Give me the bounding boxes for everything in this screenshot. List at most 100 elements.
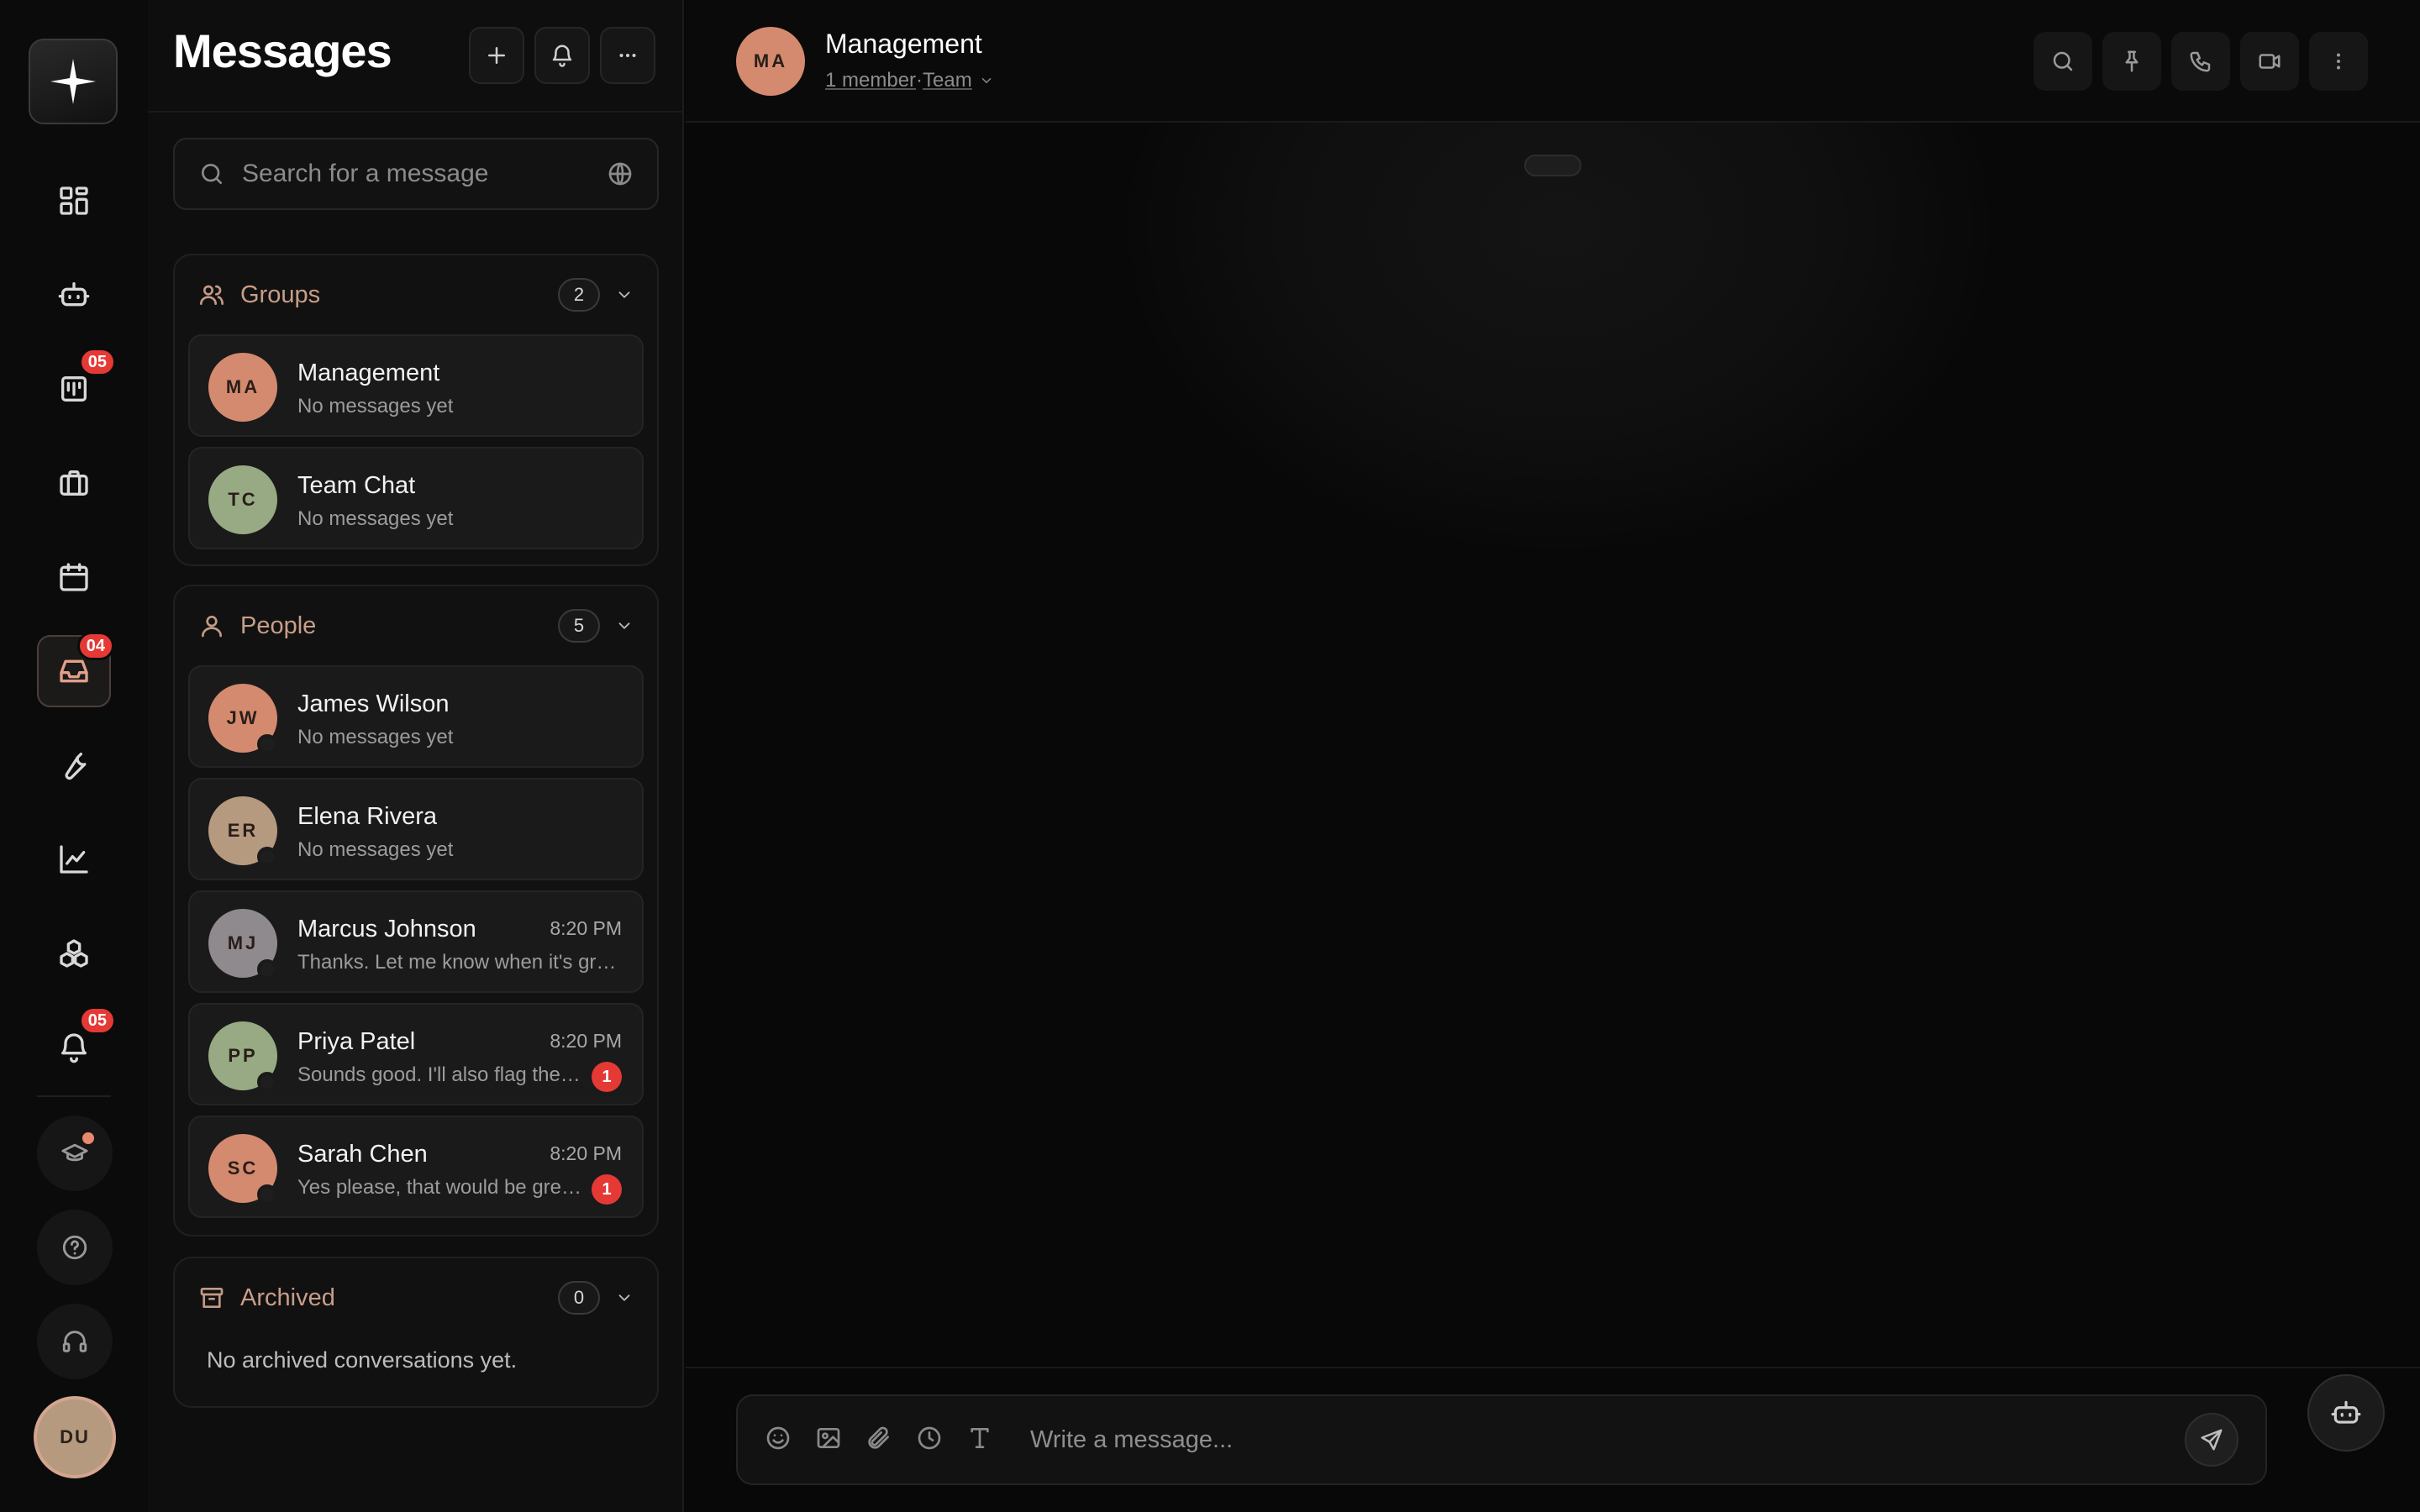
rail-calendar-button[interactable] <box>37 541 111 613</box>
chat-area: MA Management 1 member · Team <box>686 0 2420 1512</box>
rail-dashboard-button[interactable] <box>37 165 111 237</box>
paperclip-icon <box>868 1426 889 1449</box>
more-options-button[interactable] <box>600 27 655 84</box>
send-button[interactable] <box>2185 1413 2238 1467</box>
avatar: MA <box>208 353 277 422</box>
conversation-preview: Sounds good. I'll also flag the A... <box>297 1063 583 1086</box>
rail-divider <box>37 1095 111 1097</box>
users-icon <box>200 285 224 305</box>
messages-header: Messages <box>148 0 684 113</box>
conversation-preview: No messages yet <box>297 726 454 748</box>
message-input[interactable] <box>1030 1425 2185 1454</box>
groups-section: Groups 2 MA Management No messages yet T… <box>173 254 659 566</box>
type-icon <box>971 1428 989 1448</box>
rail-projects-button[interactable] <box>37 447 111 519</box>
schedule-message-button[interactable] <box>916 1425 946 1455</box>
people-section: People 5 JW James Wilson No messages yet… <box>173 585 659 1236</box>
page-title: Messages <box>173 24 392 77</box>
conversation-item-sarah-chen[interactable]: SC Sarah Chen 8:20 PM Yes please, that w… <box>188 1116 644 1218</box>
attach-file-button[interactable] <box>865 1425 896 1455</box>
archived-title: Archived <box>240 1284 335 1311</box>
rail-help-button[interactable] <box>37 1210 113 1285</box>
inbox-icon <box>60 659 88 683</box>
conversation-item-priya-patel[interactable]: PP Priya Patel 8:20 PM Sounds good. I'll… <box>188 1003 644 1105</box>
wrench-icon <box>65 753 87 780</box>
rail-analytics-button[interactable] <box>37 823 111 895</box>
more-vertical-icon <box>2337 53 2340 70</box>
chevron-down-icon <box>618 291 630 298</box>
presence-indicator <box>257 734 277 754</box>
chat-header: MA Management 1 member · Team <box>686 0 2420 123</box>
archived-section: Archived 0 No archived conversations yet… <box>173 1257 659 1408</box>
conversation-name: Team Chat <box>297 472 416 499</box>
message-composer <box>736 1394 2267 1485</box>
presence-indicator <box>257 847 277 867</box>
voice-call-button[interactable] <box>2171 32 2230 91</box>
user-icon <box>202 616 222 638</box>
ai-assistant-button[interactable] <box>2307 1374 2385 1452</box>
notifications-badge: 05 <box>78 1006 116 1035</box>
tasks-badge: 05 <box>78 348 116 376</box>
pin-icon <box>2125 50 2139 72</box>
search-input[interactable] <box>242 160 607 188</box>
chevron-down-icon <box>618 1294 630 1301</box>
conversation-item-management[interactable]: MA Management No messages yet <box>188 334 644 437</box>
groups-count-badge: 2 <box>558 278 600 312</box>
archived-empty-text: No archived conversations yet. <box>207 1347 518 1373</box>
people-count-badge: 5 <box>558 609 600 643</box>
unread-count-badge: 1 <box>592 1062 622 1092</box>
chat-subtitle[interactable]: 1 member · Team <box>825 69 994 92</box>
composer-divider <box>686 1367 2420 1368</box>
conversation-item-team-chat[interactable]: TC Team Chat No messages yet <box>188 447 644 549</box>
conversation-time: 8:20 PM <box>550 1142 622 1164</box>
rail-inbox-button[interactable]: 04 <box>37 632 114 707</box>
chat-more-button[interactable] <box>2309 32 2368 91</box>
inbox-badge: 04 <box>76 632 114 660</box>
conversation-name: Sarah Chen <box>297 1141 428 1168</box>
presence-indicator <box>257 1072 277 1092</box>
text-format-button[interactable] <box>966 1425 997 1455</box>
globe-icon[interactable] <box>607 160 634 187</box>
member-count: 1 member <box>825 69 917 92</box>
pinned-messages-button[interactable] <box>2102 32 2161 91</box>
new-message-button[interactable] <box>469 27 524 84</box>
sparkle-icon <box>50 59 96 104</box>
people-section-header[interactable]: People 5 <box>175 586 657 665</box>
search-chat-button[interactable] <box>2033 32 2092 91</box>
conversation-preview: No messages yet <box>297 395 454 417</box>
bot-icon <box>58 282 90 307</box>
phone-icon <box>2190 51 2211 72</box>
archived-count-badge: 0 <box>558 1281 600 1315</box>
conversation-item-elena-rivera[interactable]: ER Elena Rivera No messages yet <box>188 778 644 880</box>
rail-support-button[interactable] <box>37 1304 113 1379</box>
emoji-button[interactable] <box>765 1425 795 1455</box>
rail-integrations-button[interactable] <box>37 917 111 990</box>
conversation-item-james-wilson[interactable]: JW James Wilson No messages yet <box>188 665 644 768</box>
rail-learning-button[interactable] <box>37 1116 113 1191</box>
briefcase-icon <box>60 470 88 496</box>
groups-section-header[interactable]: Groups 2 <box>175 255 657 334</box>
blocks-icon <box>60 939 88 968</box>
messages-panel: Messages Groups 2 MA Management No messa… <box>148 0 684 1512</box>
video-call-button[interactable] <box>2240 32 2299 91</box>
attach-image-button[interactable] <box>815 1425 845 1455</box>
conversation-time: 8:20 PM <box>550 917 622 939</box>
conversation-preview: No messages yet <box>297 838 454 861</box>
conversation-name: Elena Rivera <box>297 803 438 830</box>
bell-icon <box>61 1033 87 1063</box>
rail-agents-button[interactable] <box>37 259 111 331</box>
rail-notifications-button[interactable]: 05 <box>37 1006 116 1084</box>
user-avatar[interactable]: DU <box>34 1396 116 1478</box>
conversation-time: 8:20 PM <box>550 1030 622 1052</box>
message-search <box>173 138 659 210</box>
conversation-item-marcus-johnson[interactable]: MJ Marcus Johnson 8:20 PM Thanks. Let me… <box>188 890 644 993</box>
app-logo[interactable] <box>29 39 118 124</box>
rail-tasks-button[interactable]: 05 <box>37 348 116 425</box>
rail-tools-button[interactable] <box>37 729 111 801</box>
bot-icon <box>2331 1400 2361 1424</box>
smile-icon <box>766 1426 790 1450</box>
conversation-name: Marcus Johnson <box>297 916 476 942</box>
archived-section-header[interactable]: Archived 0 <box>175 1258 657 1337</box>
notification-settings-button[interactable] <box>534 27 590 84</box>
people-title: People <box>240 612 317 639</box>
